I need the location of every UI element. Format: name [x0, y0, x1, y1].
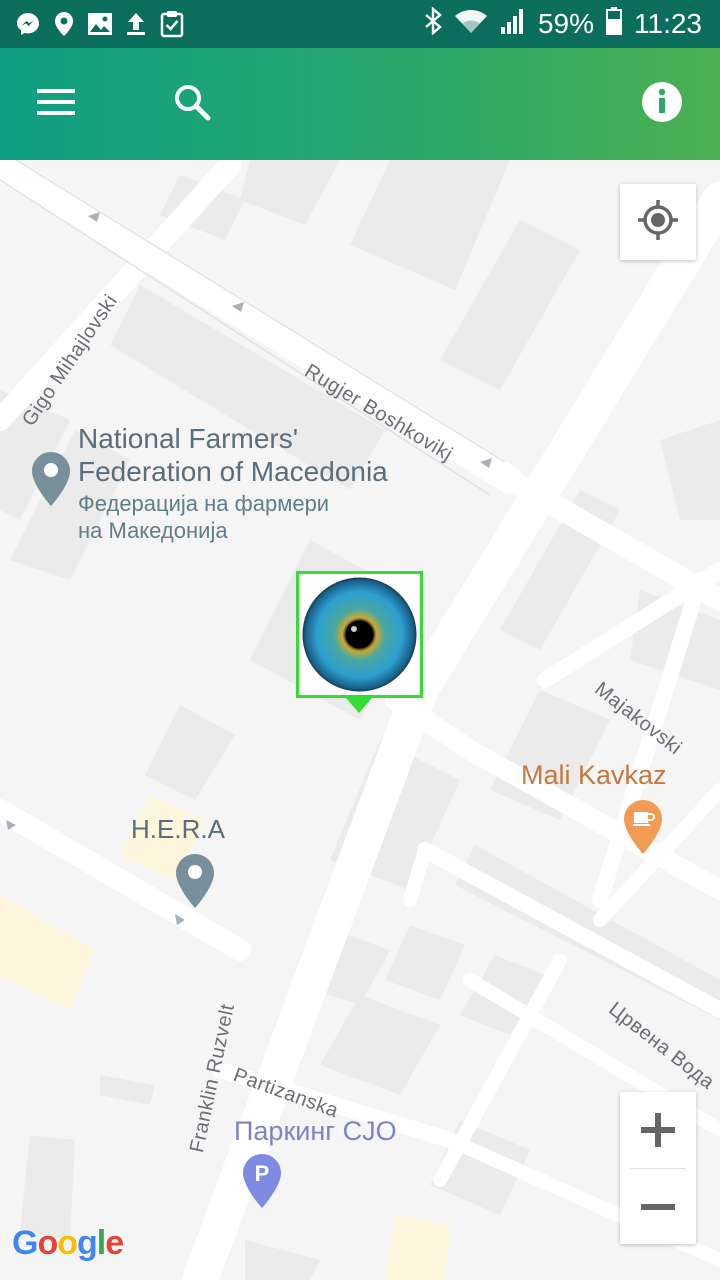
poi-mali-kavkaz[interactable] [622, 798, 664, 861]
zoom-out-button[interactable] [620, 1169, 696, 1245]
cafe-pin-icon [622, 800, 664, 860]
poi-farmers-title-line2: Federation of Macedonia [78, 456, 388, 487]
image-icon [86, 10, 114, 38]
zoom-in-button[interactable] [620, 1092, 696, 1168]
menu-button[interactable] [26, 74, 86, 134]
poi-farmers-subtitle: Федерација на фармери на Македонија [78, 490, 329, 544]
logo-letter: o [37, 1224, 58, 1262]
map-view[interactable]: Rugjer Boshkovikj Gigo Mihajlovski Majak… [0, 160, 720, 1280]
logo-letter: l [96, 1224, 107, 1262]
wifi-icon [454, 7, 488, 42]
poi-farmers-subtitle-line1: Федерација на фармери [78, 491, 330, 516]
location-pin-icon [50, 10, 78, 38]
menu-icon [36, 87, 76, 122]
status-bar: 59% 11:23 [0, 0, 720, 48]
svg-text:P: P [255, 1161, 270, 1186]
info-button[interactable] [632, 74, 692, 134]
poi-pin-icon [174, 854, 216, 914]
info-icon [641, 81, 683, 128]
poi-pin-icon [30, 450, 72, 513]
bluetooth-icon [424, 5, 442, 42]
logo-letter: o [57, 1224, 78, 1262]
poi-farmers-title-line1: National Farmers' [78, 423, 299, 454]
app-bar [0, 48, 720, 160]
clipboard-check-icon [158, 10, 186, 38]
my-location-button[interactable] [620, 184, 696, 260]
battery-icon [606, 6, 622, 42]
upload-icon [122, 10, 150, 38]
parking-pin-icon: P [241, 1154, 283, 1214]
plus-icon [641, 1113, 675, 1147]
poi-farmers-title: National Farmers' Federation of Macedoni… [78, 422, 388, 488]
messenger-icon [14, 10, 42, 38]
logo-letter: g [77, 1224, 98, 1262]
poi-farmers-subtitle-line2: на Македонија [78, 518, 228, 543]
logo-letter: G [12, 1224, 38, 1262]
map-canvas [0, 160, 720, 1280]
battery-text: 59% [537, 8, 594, 39]
my-location-icon [636, 198, 680, 247]
search-button[interactable] [162, 74, 222, 134]
marker-pointer [346, 698, 372, 713]
user-marker[interactable] [296, 571, 423, 698]
poi-parking[interactable]: P [241, 1152, 283, 1215]
signal-icon [500, 7, 526, 42]
zoom-controls [620, 1092, 696, 1244]
search-icon [173, 83, 211, 126]
minus-icon [641, 1204, 675, 1210]
logo-letter: e [105, 1224, 124, 1262]
google-logo: Google [12, 1224, 124, 1263]
clock: 11:23 [634, 8, 702, 39]
poi-hera[interactable] [174, 852, 216, 915]
poi-parking-label: Паркинг CJO [234, 1116, 397, 1146]
poi-hera-label: H.E.R.A [131, 814, 225, 844]
eye-icon [302, 577, 417, 697]
poi-mali-kavkaz-label: Mali Kavkaz [521, 760, 667, 790]
